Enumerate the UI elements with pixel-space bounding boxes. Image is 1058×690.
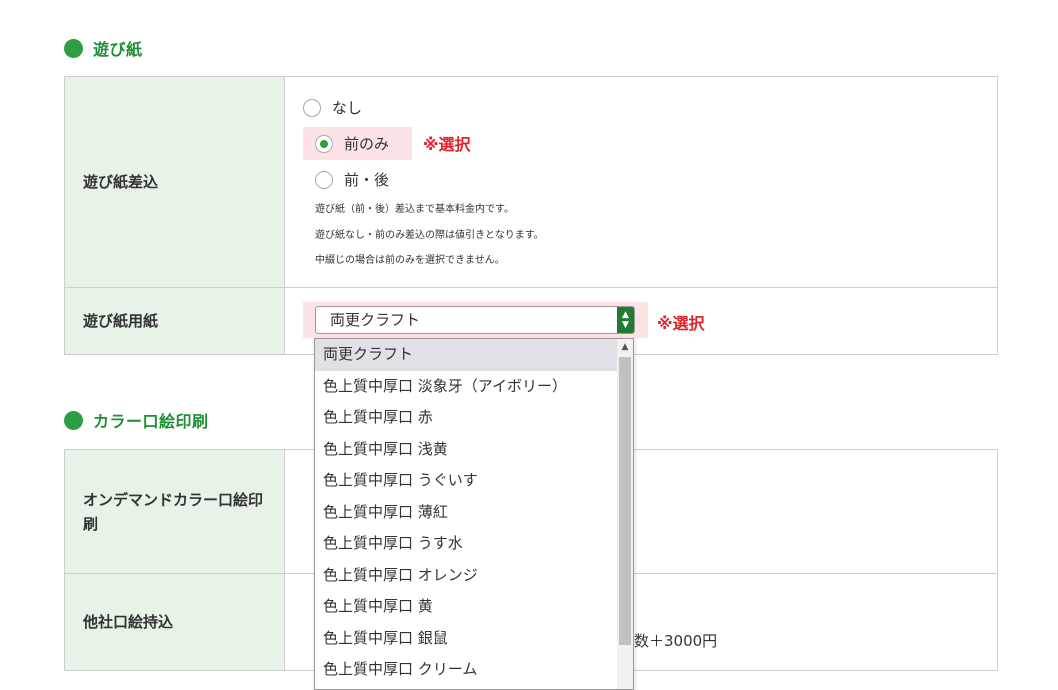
dropdown-option[interactable]: 両更クラフト xyxy=(315,339,617,371)
paper-select[interactable]: 両更クラフト ▲ ▼ xyxy=(315,306,635,334)
dropdown-option[interactable]: 色上質中厚口 オレンジ xyxy=(315,560,617,592)
radio-circle-icon[interactable] xyxy=(315,170,333,189)
row-label: オンデマンドカラー口絵印刷 xyxy=(65,450,285,573)
radio-checked-icon[interactable] xyxy=(315,134,333,153)
paper-dropdown-list[interactable]: 両更クラフト 色上質中厚口 淡象牙（アイボリー） 色上質中厚口 赤色上質中厚口 浅黄… xyxy=(314,338,634,690)
options-table-asobigami: 遊び紙差込 なし 前のみ ※選択 前・後 遊び紙（前・後）差込まで基本料金内です… xyxy=(64,76,998,355)
row-label: 遊び紙用紙 xyxy=(65,288,285,354)
select-note: ※選択 xyxy=(657,314,705,333)
scrollbar-thumb[interactable] xyxy=(619,357,631,645)
row-content: なし 前のみ ※選択 前・後 遊び紙（前・後）差込まで基本料金内です。 遊び紙な… xyxy=(285,77,997,287)
price-note: 数＋3000円 xyxy=(634,632,718,650)
select-highlight: 両更クラフト ▲ ▼ xyxy=(303,302,648,338)
note-text: 遊び紙（前・後）差込まで基本料金内です。 xyxy=(315,204,514,215)
dropdown-option[interactable]: 色上質中厚口 クリーム xyxy=(315,654,617,686)
row-asobigami-insert: 遊び紙差込 なし 前のみ ※選択 前・後 遊び紙（前・後）差込まで基本料金内です… xyxy=(65,77,997,288)
dropdown-option[interactable]: 色上質中厚口 薄紅 xyxy=(315,497,617,529)
section-title: カラー口絵印刷 xyxy=(93,412,209,431)
row-label: 遊び紙差込 xyxy=(65,77,285,287)
radio-label: 前のみ xyxy=(344,135,390,153)
radio-label: なし xyxy=(332,99,363,117)
select-note: ※選択 xyxy=(423,135,471,154)
section-heading-color-frontispiece: カラー口絵印刷 xyxy=(64,408,209,432)
dropdown-scrollbar[interactable]: ▲ xyxy=(617,339,633,689)
dropdown-option[interactable]: 色上質中厚口 赤 xyxy=(315,402,617,434)
radio-circle-icon[interactable] xyxy=(303,98,321,117)
bullet-circle-icon xyxy=(64,38,83,58)
dropdown-option[interactable]: 色上質中厚口 うす水 xyxy=(315,528,617,560)
radio-option-front-only[interactable]: 前のみ xyxy=(315,133,389,154)
bullet-circle-icon xyxy=(64,410,83,430)
select-updown-icon[interactable]: ▲ ▼ xyxy=(617,307,634,333)
dropdown-option[interactable]: 色上質中厚口 銀鼠 xyxy=(315,623,617,655)
dropdown-option[interactable]: 色上質中厚口 うぐいす xyxy=(315,465,617,497)
scroll-up-icon[interactable]: ▲ xyxy=(617,339,633,355)
dropdown-option[interactable]: 色上質中厚口 浅黄 xyxy=(315,434,617,466)
row-label: 他社口絵持込 xyxy=(65,574,285,670)
radio-option-none[interactable]: なし xyxy=(303,97,362,118)
note-text: 中綴じの場合は前のみを選択できません。 xyxy=(315,255,505,266)
section-title: 遊び紙 xyxy=(93,40,143,59)
radio-option-front-back[interactable]: 前・後 xyxy=(315,169,389,190)
note-text: 遊び紙なし・前のみ差込の際は値引きとなります。 xyxy=(315,230,544,241)
select-value: 両更クラフト xyxy=(330,311,421,329)
dropdown-option[interactable]: 色上質中厚口 黄 xyxy=(315,591,617,623)
radio-label: 前・後 xyxy=(344,171,390,189)
section-heading-asobigami: 遊び紙 xyxy=(64,36,143,60)
dropdown-option[interactable]: 色上質中厚口 淡象牙（アイボリー） xyxy=(315,371,617,403)
